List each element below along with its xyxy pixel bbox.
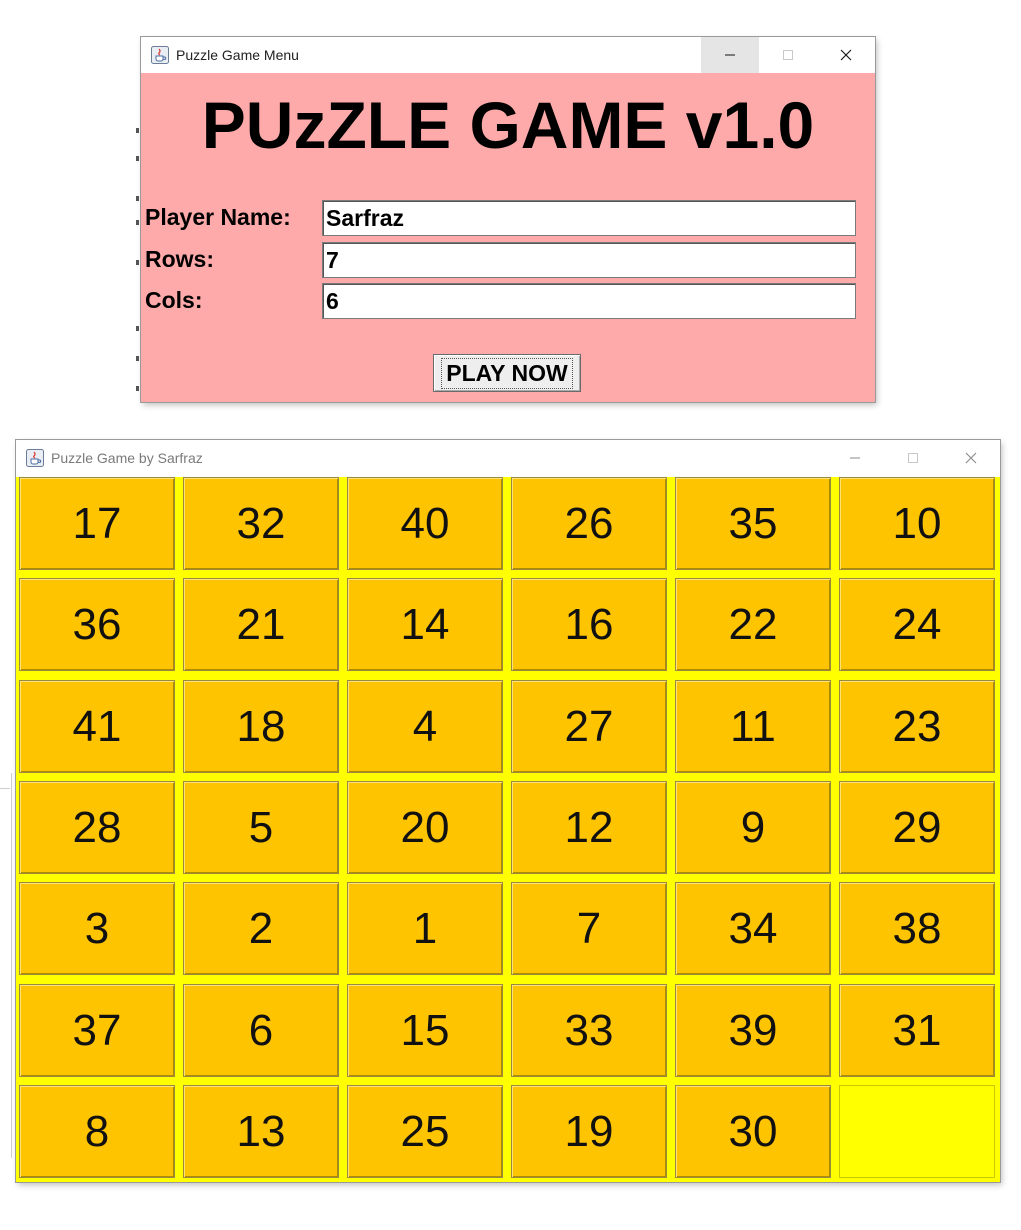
game-titlebar[interactable]: Puzzle Game by Sarfraz <box>16 440 1000 476</box>
puzzle-tile[interactable]: 21 <box>183 578 339 671</box>
menu-window-title: Puzzle Game Menu <box>176 47 299 63</box>
puzzle-tile[interactable]: 35 <box>675 477 831 570</box>
game-window: Puzzle Game by Sarfraz 17 32 40 26 35 10 36 21 1… <box>16 440 1000 1182</box>
puzzle-tile[interactable]: 2 <box>183 882 339 975</box>
player-name-input[interactable] <box>322 200 856 236</box>
puzzle-tile[interactable]: 25 <box>347 1085 503 1178</box>
puzzle-tile[interactable]: 18 <box>183 680 339 773</box>
maximize-icon <box>908 453 918 463</box>
puzzle-tile[interactable]: 9 <box>675 781 831 874</box>
puzzle-tile[interactable]: 4 <box>347 680 503 773</box>
play-now-button[interactable]: PLAY NOW <box>433 354 581 392</box>
cols-label: Cols: <box>145 287 203 313</box>
puzzle-tile[interactable]: 10 <box>839 477 995 570</box>
puzzle-tile[interactable]: 23 <box>839 680 995 773</box>
puzzle-tile[interactable]: 19 <box>511 1085 667 1178</box>
minimize-button[interactable] <box>701 37 759 73</box>
menu-window: Puzzle Game Menu PUzZLE GAME v1.0 Player… <box>141 37 875 402</box>
puzzle-tile[interactable]: 1 <box>347 882 503 975</box>
empty-tile[interactable] <box>839 1085 995 1178</box>
minimize-icon <box>850 457 860 459</box>
background-divider <box>11 773 12 1158</box>
rows-label: Rows: <box>145 246 214 272</box>
puzzle-tile[interactable]: 8 <box>19 1085 175 1178</box>
close-button[interactable] <box>817 37 875 73</box>
puzzle-tile[interactable]: 38 <box>839 882 995 975</box>
rows-input[interactable] <box>322 242 856 278</box>
puzzle-tile[interactable]: 40 <box>347 477 503 570</box>
puzzle-tile[interactable]: 22 <box>675 578 831 671</box>
close-button[interactable] <box>942 440 1000 476</box>
menu-titlebar[interactable]: Puzzle Game Menu <box>141 37 875 73</box>
puzzle-tile[interactable]: 17 <box>19 477 175 570</box>
puzzle-tile[interactable]: 36 <box>19 578 175 671</box>
minimize-icon <box>725 54 735 56</box>
puzzle-tile[interactable]: 27 <box>511 680 667 773</box>
maximize-button[interactable] <box>884 440 942 476</box>
puzzle-tile[interactable]: 20 <box>347 781 503 874</box>
menu-body: PUzZLE GAME v1.0 Player Name: Rows: Cols… <box>141 73 875 402</box>
player-name-label: Player Name: <box>145 204 291 230</box>
puzzle-tile[interactable]: 13 <box>183 1085 339 1178</box>
puzzle-tile[interactable]: 30 <box>675 1085 831 1178</box>
puzzle-tile[interactable]: 3 <box>19 882 175 975</box>
cols-input[interactable] <box>322 283 856 319</box>
java-app-icon <box>151 46 169 64</box>
puzzle-tile[interactable]: 11 <box>675 680 831 773</box>
puzzle-tile[interactable]: 24 <box>839 578 995 671</box>
close-icon <box>965 452 977 464</box>
close-icon <box>840 49 852 61</box>
maximize-icon <box>783 50 793 60</box>
puzzle-tile[interactable]: 32 <box>183 477 339 570</box>
puzzle-tile[interactable]: 29 <box>839 781 995 874</box>
puzzle-tile[interactable]: 28 <box>19 781 175 874</box>
puzzle-tile[interactable]: 12 <box>511 781 667 874</box>
puzzle-tile[interactable]: 34 <box>675 882 831 975</box>
game-window-title: Puzzle Game by Sarfraz <box>51 450 203 466</box>
puzzle-tile[interactable]: 7 <box>511 882 667 975</box>
puzzle-tile[interactable]: 5 <box>183 781 339 874</box>
puzzle-tile[interactable]: 31 <box>839 984 995 1077</box>
background-divider <box>0 788 10 789</box>
puzzle-tile[interactable]: 16 <box>511 578 667 671</box>
puzzle-tile[interactable]: 33 <box>511 984 667 1077</box>
game-heading: PUzZLE GAME v1.0 <box>201 88 815 162</box>
puzzle-tile[interactable]: 6 <box>183 984 339 1077</box>
puzzle-tile[interactable]: 41 <box>19 680 175 773</box>
puzzle-tile[interactable]: 14 <box>347 578 503 671</box>
puzzle-tile[interactable]: 37 <box>19 984 175 1077</box>
puzzle-board: 17 32 40 26 35 10 36 21 14 16 22 24 41 18 4 27 11 23 28 5 20… <box>16 477 1000 1182</box>
puzzle-tile[interactable]: 39 <box>675 984 831 1077</box>
puzzle-tile[interactable]: 15 <box>347 984 503 1077</box>
minimize-button[interactable] <box>826 440 884 476</box>
maximize-button[interactable] <box>759 37 817 73</box>
puzzle-tile[interactable]: 26 <box>511 477 667 570</box>
play-now-label: PLAY NOW <box>441 357 573 389</box>
java-app-icon <box>26 449 44 467</box>
